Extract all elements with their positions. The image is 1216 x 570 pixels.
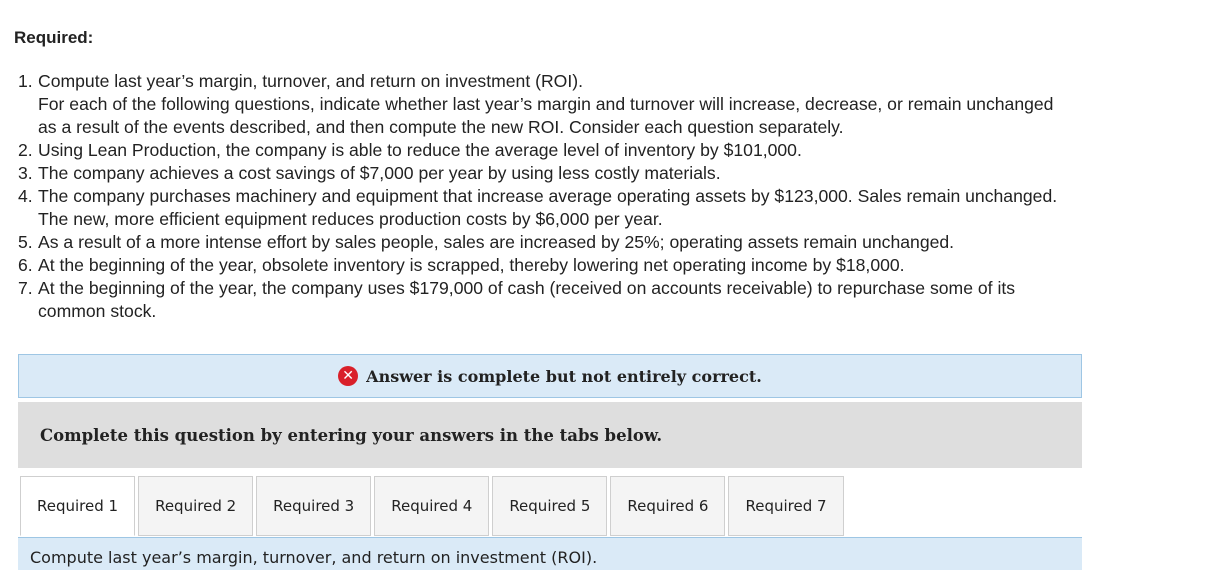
question-line: The company purchases machinery and equi…	[38, 186, 1058, 206]
tab-panel-prompt: Compute last year’s margin, turnover, an…	[30, 548, 598, 567]
question-line: common stock.	[38, 301, 157, 321]
question-item: 4. The company purchases machinery and e…	[18, 185, 1198, 231]
x-circle-icon: ✕	[338, 366, 359, 386]
question-line: The new, more efficient equipment reduce…	[38, 209, 663, 229]
question-item: 3. The company achieves a cost savings o…	[18, 162, 1198, 185]
question-number: 1.	[18, 71, 33, 91]
question-text: Using Lean Production, the company is ab…	[38, 139, 1198, 162]
question-item: 2. Using Lean Production, the company is…	[18, 139, 1198, 162]
question-line: Using Lean Production, the company is ab…	[38, 140, 802, 160]
question-list: 1. Compute last year’s margin, turnover,…	[18, 70, 1198, 323]
tab-required-6[interactable]: Required 6	[610, 476, 726, 536]
question-line: Compute last year’s margin, turnover, an…	[38, 71, 583, 91]
question-text: Compute last year’s margin, turnover, an…	[38, 70, 1198, 139]
tab-required-5[interactable]: Required 5	[492, 476, 608, 536]
tab-bar: Required 1 Required 2 Required 3 Require…	[20, 476, 844, 536]
question-number: 7.	[18, 278, 33, 298]
tab-required-1[interactable]: Required 1	[20, 476, 136, 536]
feedback-banner: ✕ Answer is complete but not entirely co…	[18, 354, 1082, 398]
question-item: 1. Compute last year’s margin, turnover,…	[18, 70, 1198, 139]
question-text: The company achieves a cost savings of $…	[38, 162, 1198, 185]
question-text: At the beginning of the year, the compan…	[38, 277, 1198, 323]
tab-required-2[interactable]: Required 2	[138, 476, 254, 536]
question-number: 3.	[18, 163, 33, 183]
question-line: For each of the following questions, ind…	[38, 94, 1054, 114]
question-item: 5. As a result of a more intense effort …	[18, 231, 1198, 254]
question-line: The company achieves a cost savings of $…	[38, 163, 721, 183]
feedback-text: Answer is complete but not entirely corr…	[366, 366, 762, 386]
question-line: as a result of the events described, and…	[38, 117, 844, 137]
question-text: At the beginning of the year, obsolete i…	[38, 254, 1198, 277]
question-line: At the beginning of the year, the compan…	[38, 278, 1016, 298]
tab-required-3[interactable]: Required 3	[256, 476, 372, 536]
homework-page: Required: 1. Compute last year’s margin,…	[0, 0, 1216, 570]
instructions-text: Complete this question by entering your …	[40, 425, 663, 445]
required-heading: Required:	[14, 28, 94, 47]
question-item: 7. At the beginning of the year, the com…	[18, 277, 1198, 323]
instructions-bar: Complete this question by entering your …	[18, 402, 1082, 468]
question-text: As a result of a more intense effort by …	[38, 231, 1198, 254]
question-number: 2.	[18, 140, 33, 160]
question-number: 4.	[18, 186, 33, 206]
question-text: The company purchases machinery and equi…	[38, 185, 1198, 231]
tab-required-4[interactable]: Required 4	[374, 476, 490, 536]
question-number: 6.	[18, 255, 33, 275]
tab-required-7[interactable]: Required 7	[728, 476, 844, 536]
question-item: 6. At the beginning of the year, obsolet…	[18, 254, 1198, 277]
question-number: 5.	[18, 232, 33, 252]
question-line: As a result of a more intense effort by …	[38, 232, 955, 252]
tab-panel: Compute last year’s margin, turnover, an…	[18, 537, 1082, 570]
question-line: At the beginning of the year, obsolete i…	[38, 255, 905, 275]
